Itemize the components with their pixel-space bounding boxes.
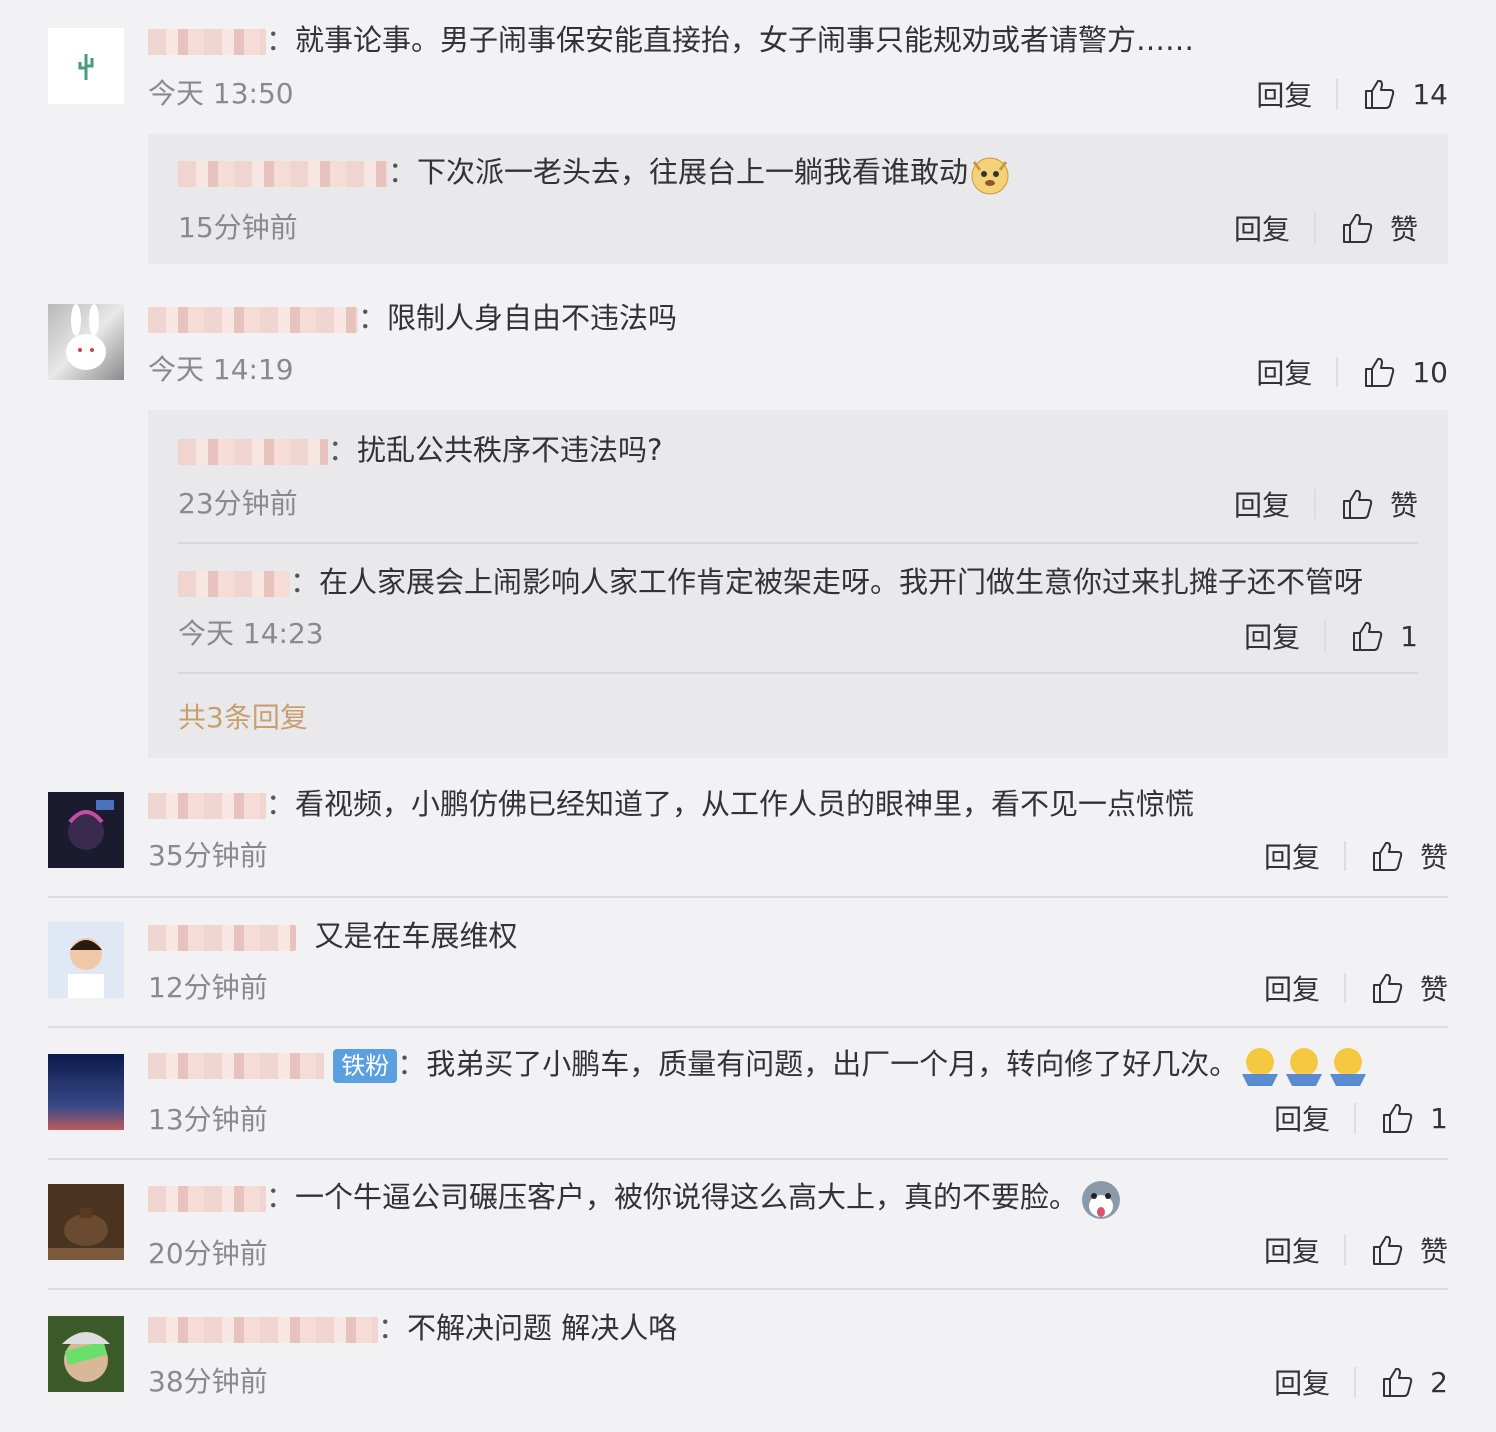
comment-text: 不解决问题 解决人咯 [407, 1311, 678, 1345]
doge-emoji-icon [971, 157, 1009, 195]
divider [1336, 79, 1339, 109]
like-icon[interactable] [1340, 487, 1374, 521]
like-icon[interactable] [1370, 839, 1404, 873]
username[interactable] [148, 1186, 266, 1212]
divider [1354, 1367, 1357, 1397]
reply-button[interactable]: 回复 [1256, 352, 1336, 392]
like-icon[interactable] [1370, 1233, 1404, 1267]
divider [1354, 1103, 1357, 1133]
divider [48, 1026, 1448, 1028]
like-count[interactable]: 1 [1430, 1102, 1448, 1135]
username[interactable] [148, 1053, 324, 1079]
avatar[interactable] [48, 1054, 124, 1130]
avatar[interactable] [48, 1184, 124, 1260]
like-count[interactable]: 10 [1412, 356, 1448, 389]
like-label[interactable]: 赞 [1420, 968, 1448, 1008]
comment-item: ：一个牛逼公司碾压客户，被你说得这么高大上，真的不要脸。 20分钟前 回复 赞 [48, 1176, 1448, 1276]
reply-button[interactable]: 回复 [1256, 74, 1336, 114]
timestamp: 23分钟前 [178, 487, 298, 520]
reply-text: 在人家展会上闹影响人家工作肯定被架走呀。我开门做生意你过来扎摊子还不管呀 [319, 565, 1364, 599]
timestamp: 15分钟前 [178, 211, 298, 244]
reply-box: ：下次派一老头去，往展台上一躺我看谁敢动 15分钟前 回复 赞 [148, 134, 1448, 264]
timestamp: 35分钟前 [148, 839, 268, 872]
like-icon[interactable] [1380, 1101, 1414, 1135]
comment-text: 我弟买了小鹏车，质量有问题，出厂一个月，转向修了好几次。 [426, 1047, 1239, 1081]
like-icon[interactable] [1370, 971, 1404, 1005]
reply-button[interactable]: 回复 [1264, 968, 1344, 1008]
reply-button[interactable]: 回复 [1234, 484, 1314, 524]
like-icon[interactable] [1380, 1365, 1414, 1399]
like-icon[interactable] [1362, 77, 1396, 111]
like-count[interactable]: 1 [1400, 620, 1418, 653]
comment-item: 又是在车展维权 12分钟前 回复 赞 [48, 916, 1448, 1016]
reply-box: ：扰乱公共秩序不违法吗? 23分钟前 回复 赞 ：在人家展会上闹影响人家工作肯定… [148, 410, 1448, 758]
like-count[interactable]: 14 [1412, 78, 1448, 111]
username[interactable] [148, 29, 266, 55]
username[interactable] [148, 307, 358, 333]
like-icon[interactable] [1340, 211, 1374, 245]
divider [1324, 621, 1327, 651]
comment-item: ：限制人身自由不违法吗 今天 14:19 回复 10 [48, 298, 1448, 398]
like-label[interactable]: 赞 [1420, 1230, 1448, 1270]
reply-text: 下次派一老头去，往展台上一躺我看谁敢动 [417, 155, 969, 189]
timestamp: 今天 14:19 [148, 353, 294, 386]
reply-button[interactable]: 回复 [1244, 616, 1324, 656]
more-replies-link[interactable]: 共3条回复 [178, 696, 308, 736]
reply-button[interactable]: 回复 [1264, 1230, 1344, 1270]
comment-item: ：不解决问题 解决人咯 38分钟前 回复 2 [48, 1308, 1448, 1408]
reply-button[interactable]: 回复 [1234, 208, 1314, 248]
reply-button[interactable]: 回复 [1264, 836, 1344, 876]
shrug-emoji-icon [1242, 1048, 1367, 1086]
timestamp: 今天 14:23 [178, 617, 324, 650]
like-label[interactable]: 赞 [1390, 484, 1418, 524]
comment-text: 一个牛逼公司碾压客户，被你说得这么高大上，真的不要脸。 [295, 1180, 1079, 1214]
divider [48, 1288, 1448, 1290]
comment-text: 又是在车展维权 [314, 919, 518, 953]
username[interactable] [148, 925, 296, 951]
like-icon[interactable] [1350, 619, 1384, 653]
divider [1343, 1235, 1346, 1265]
timestamp: 13分钟前 [148, 1103, 268, 1136]
divider [1313, 213, 1316, 243]
timestamp: 12分钟前 [148, 971, 268, 1004]
divider [48, 1158, 1448, 1160]
comment-item: ：就事论事。男子闹事保安能直接抬，女子闹事只能规劝或者请警方…… 今天 13:5… [48, 20, 1448, 120]
avatar[interactable] [48, 792, 124, 868]
divider [1343, 841, 1346, 871]
comment-text: 就事论事。男子闹事保安能直接抬，女子闹事只能规劝或者请警方…… [295, 23, 1195, 57]
fan-badge: 铁粉 [333, 1049, 398, 1083]
username[interactable] [178, 571, 290, 597]
timestamp: 今天 13:50 [148, 77, 294, 110]
reply-text: 扰乱公共秩序不违法吗? [357, 433, 663, 467]
avatar[interactable] [48, 304, 124, 380]
reply-button[interactable]: 回复 [1274, 1098, 1354, 1138]
divider [48, 896, 1448, 898]
comment-text: 看视频，小鹏仿佛已经知道了，从工作人员的眼神里，看不见一点惊慌 [295, 787, 1195, 821]
comment-item: ：看视频，小鹏仿佛已经知道了，从工作人员的眼神里，看不见一点惊慌 35分钟前 回… [48, 784, 1448, 884]
avatar[interactable] [48, 922, 124, 998]
divider [1343, 973, 1346, 1003]
divider [178, 542, 1418, 544]
username[interactable] [148, 1317, 378, 1343]
divider [178, 672, 1418, 674]
timestamp: 38分钟前 [148, 1365, 268, 1398]
avatar[interactable] [48, 28, 124, 104]
husky-emoji-icon [1082, 1181, 1121, 1219]
like-count[interactable]: 2 [1430, 1366, 1448, 1399]
like-label[interactable]: 赞 [1390, 208, 1418, 248]
divider [1336, 357, 1339, 387]
like-icon[interactable] [1362, 355, 1396, 389]
username[interactable] [148, 793, 266, 819]
divider [1313, 489, 1316, 519]
avatar[interactable] [48, 1316, 124, 1392]
timestamp: 20分钟前 [148, 1237, 268, 1270]
comment-text: 限制人身自由不违法吗 [387, 301, 678, 335]
username[interactable] [178, 439, 328, 465]
username[interactable] [178, 161, 388, 187]
like-label[interactable]: 赞 [1420, 836, 1448, 876]
reply-button[interactable]: 回复 [1274, 1362, 1354, 1402]
comment-item: 铁粉 ：我弟买了小鹏车，质量有问题，出厂一个月，转向修了好几次。 13分钟前 回复… [48, 1044, 1448, 1144]
